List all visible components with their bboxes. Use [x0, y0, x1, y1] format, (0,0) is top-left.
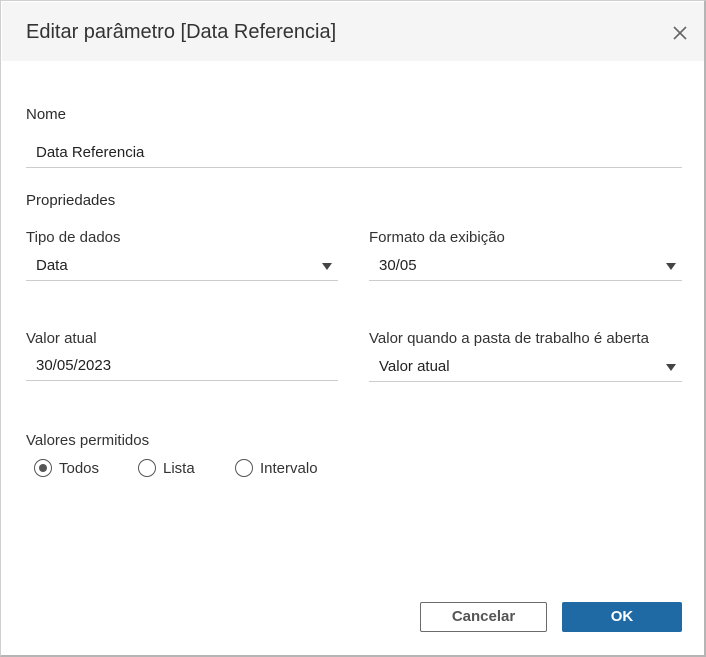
current-value-input[interactable]: 30/05/2023: [26, 351, 338, 381]
radio-circle: [138, 459, 156, 477]
dialog-header: Editar parâmetro [Data Referencia]: [2, 2, 704, 61]
data-type-select[interactable]: Data: [26, 251, 338, 281]
radio-intervalo[interactable]: Intervalo: [235, 459, 330, 479]
current-value-label: Valor atual: [26, 330, 97, 347]
properties-label: Propriedades: [26, 192, 116, 209]
radio-todos-label: Todos: [59, 460, 100, 477]
cancel-button[interactable]: Cancelar: [420, 602, 547, 632]
close-button[interactable]: [670, 23, 690, 43]
radio-selected-dot: [39, 464, 47, 472]
data-type-label: Tipo de dados: [26, 229, 121, 246]
close-icon: [673, 26, 687, 40]
radio-circle: [34, 459, 52, 477]
display-format-select[interactable]: 30/05: [369, 251, 682, 281]
display-format-value: 30/05: [379, 257, 417, 274]
chevron-down-icon: [666, 364, 676, 371]
chevron-down-icon: [322, 263, 332, 270]
radio-todos[interactable]: Todos: [34, 459, 109, 479]
radio-lista[interactable]: Lista: [138, 459, 208, 479]
data-type-value: Data: [36, 257, 68, 274]
edit-parameter-dialog: Editar parâmetro [Data Referencia] Nome …: [0, 0, 706, 657]
dialog-title: Editar parâmetro [Data Referencia]: [26, 21, 337, 43]
radio-intervalo-label: Intervalo: [260, 460, 318, 477]
name-label: Nome: [26, 106, 67, 123]
allowed-values-label: Valores permitidos: [26, 432, 150, 449]
display-format-label: Formato da exibição: [369, 229, 505, 246]
chevron-down-icon: [666, 263, 676, 270]
ok-button[interactable]: OK: [562, 602, 682, 632]
name-input[interactable]: Data Referencia: [26, 138, 682, 168]
workbook-open-value-label: Valor quando a pasta de trabalho é abert…: [369, 330, 649, 347]
workbook-open-value-text: Valor atual: [379, 358, 450, 375]
radio-circle: [235, 459, 253, 477]
name-input-value: Data Referencia: [36, 144, 145, 161]
radio-lista-label: Lista: [163, 460, 195, 477]
workbook-open-value-select[interactable]: Valor atual: [369, 352, 682, 382]
current-value-text: 30/05/2023: [36, 357, 112, 374]
